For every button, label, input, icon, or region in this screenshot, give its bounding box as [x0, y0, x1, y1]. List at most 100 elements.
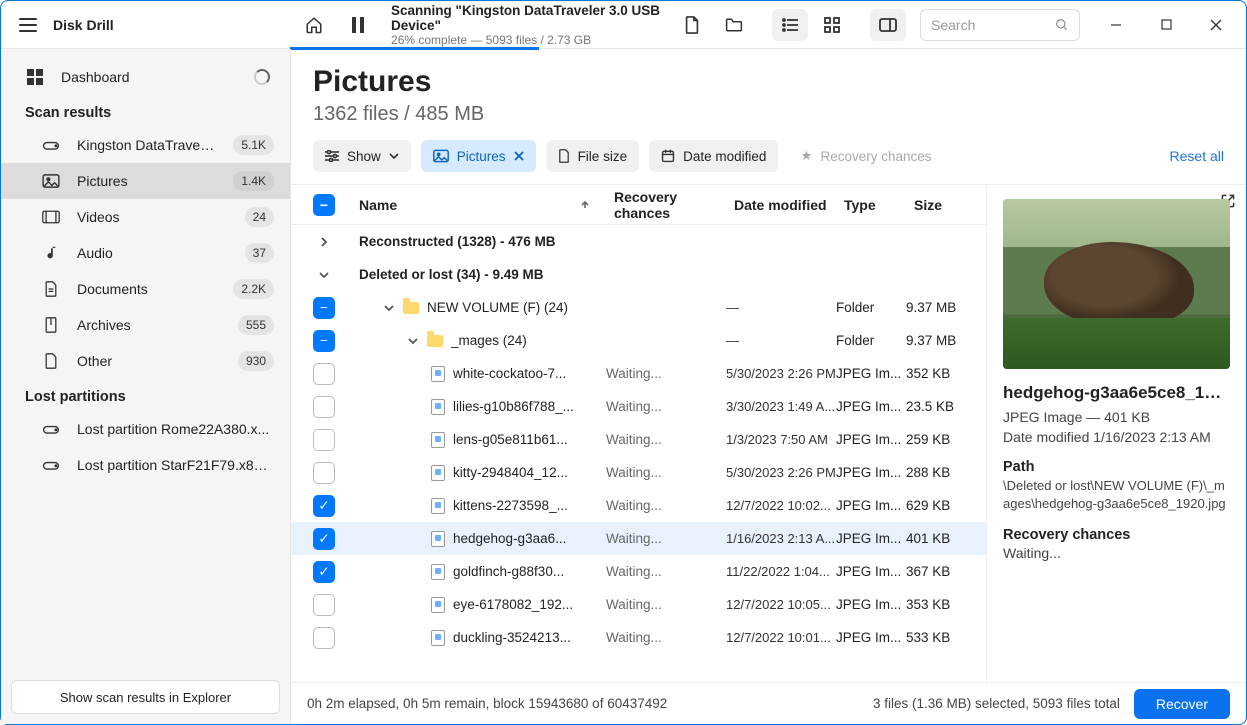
maximize-button[interactable] — [1144, 9, 1188, 41]
sidebar-item-documents[interactable]: Documents2.2K — [1, 271, 290, 307]
table-file-row[interactable]: ✓kittens-2273598_...Waiting...12/7/2022 … — [291, 489, 986, 522]
col-type[interactable]: Type — [836, 197, 906, 213]
row-date: — — [726, 333, 836, 348]
chevron-down-icon[interactable] — [407, 335, 419, 347]
row-size: 9.37 MB — [906, 333, 976, 348]
file-icon-button[interactable] — [674, 9, 710, 41]
row-checkbox[interactable] — [313, 429, 335, 451]
table-file-row[interactable]: eye-6178082_192...Waiting...12/7/2022 10… — [291, 588, 986, 621]
select-all-checkbox[interactable]: − — [313, 194, 335, 216]
col-recovery[interactable]: Recovery chances — [606, 189, 726, 221]
preview-type-size: JPEG Image — 401 KB — [1003, 409, 1230, 425]
table-group-row[interactable]: Reconstructed (1328) - 476 MB — [291, 225, 986, 258]
sidebar-item-badge: 37 — [245, 243, 274, 263]
menu-icon[interactable] — [19, 18, 37, 32]
sidebar-item-badge: 1.4K — [233, 171, 274, 191]
file-jpeg-icon — [431, 597, 445, 613]
reset-all-link[interactable]: Reset all — [1170, 148, 1224, 164]
sidebar-item-other[interactable]: Other930 — [1, 343, 290, 379]
filter-show[interactable]: Show — [313, 140, 411, 172]
row-recovery: Waiting... — [606, 366, 726, 381]
view-list-button[interactable] — [772, 9, 808, 41]
sidebar-item-label: Kingston DataTraveler 3.... — [77, 137, 217, 153]
status-selection: 3 files (1.36 MB) selected, 5093 files t… — [873, 696, 1120, 711]
filter-pictures-active[interactable]: Pictures — [421, 140, 536, 172]
sidebar-lost-partition[interactable]: Lost partition StarF21F79.x86_... — [1, 447, 290, 483]
row-name: kittens-2273598_... — [453, 498, 606, 513]
row-checkbox[interactable] — [313, 627, 335, 649]
sidebar-item-audio[interactable]: Audio37 — [1, 235, 290, 271]
row-type: JPEG Im... — [836, 498, 906, 513]
folder-icon-button[interactable] — [716, 9, 752, 41]
table-file-row[interactable]: kitty-2948404_12...Waiting...5/30/2023 2… — [291, 456, 986, 489]
col-name[interactable]: Name — [351, 197, 606, 213]
filter-date-modified[interactable]: Date modified — [649, 140, 778, 172]
table-group-row[interactable]: Deleted or lost (34) - 9.49 MB — [291, 258, 986, 291]
table-file-row[interactable]: lilies-g10b86f788_...Waiting...3/30/2023… — [291, 390, 986, 423]
table-file-row[interactable]: duckling-3524213...Waiting...12/7/2022 1… — [291, 621, 986, 654]
sidebar-item-badge: 555 — [238, 315, 274, 335]
close-button[interactable] — [1194, 9, 1238, 41]
sidebar-item-archives[interactable]: Archives 555 — [1, 307, 290, 343]
search-input[interactable]: Search — [920, 9, 1080, 41]
sidebar-lost-partition[interactable]: Lost partition Rome22A380.x... — [1, 411, 290, 447]
table-file-row[interactable]: ✓goldfinch-g88f30...Waiting...11/22/2022… — [291, 555, 986, 588]
table-folder-row[interactable]: −NEW VOLUME (F) (24)—Folder9.37 MB — [291, 291, 986, 324]
close-icon[interactable] — [514, 151, 524, 161]
chevron-down-icon[interactable] — [383, 302, 395, 314]
folder-icon — [403, 302, 419, 314]
row-name: eye-6178082_192... — [453, 597, 606, 612]
view-grid-button[interactable] — [814, 9, 850, 41]
doc-icon — [41, 281, 61, 297]
table-folder-row[interactable]: −_mages (24)—Folder9.37 MB — [291, 324, 986, 357]
row-checkbox[interactable]: − — [313, 330, 335, 352]
row-checkbox[interactable] — [313, 594, 335, 616]
row-checkbox[interactable]: ✓ — [313, 495, 335, 517]
row-checkbox[interactable]: ✓ — [313, 528, 335, 550]
row-date: 12/7/2022 10:01... — [726, 630, 836, 645]
file-jpeg-icon — [431, 432, 445, 448]
app-title: Disk Drill — [53, 17, 114, 33]
recover-button[interactable]: Recover — [1134, 689, 1230, 719]
scan-status-title: Scanning "Kingston DataTraveler 3.0 USB … — [391, 3, 660, 33]
home-button[interactable] — [299, 9, 329, 41]
minimize-button[interactable] — [1094, 9, 1138, 41]
col-date[interactable]: Date modified — [726, 197, 836, 213]
table-file-row[interactable]: ✓hedgehog-g3aa6...Waiting...1/16/2023 2:… — [291, 522, 986, 555]
pause-button[interactable] — [343, 9, 373, 41]
row-name: duckling-3524213... — [453, 630, 606, 645]
star-icon: ★ — [800, 148, 812, 164]
file-jpeg-icon — [431, 531, 445, 547]
scan-progress — [290, 47, 1247, 50]
calendar-icon — [661, 149, 675, 163]
col-size[interactable]: Size — [906, 197, 976, 213]
row-checkbox[interactable] — [313, 462, 335, 484]
row-type: JPEG Im... — [836, 432, 906, 447]
sidebar-item-label: Pictures — [77, 173, 217, 189]
main-panel: Pictures 1362 files / 485 MB Show Pictur… — [291, 49, 1246, 724]
filters-row: Show Pictures File size Date modified — [291, 136, 1246, 184]
table-file-row[interactable]: white-cockatoo-7...Waiting...5/30/2023 2… — [291, 357, 986, 390]
chevron-down-icon[interactable] — [313, 269, 335, 281]
row-name: lens-g05e811b61... — [453, 432, 606, 447]
sidebar-item-pictures[interactable]: Pictures 1.4K — [1, 163, 290, 199]
titlebar: Disk Drill Scanning "Kingston DataTravel… — [1, 1, 1246, 49]
row-checkbox[interactable]: ✓ — [313, 561, 335, 583]
chevron-right-icon[interactable] — [313, 236, 335, 248]
filter-recovery-chances[interactable]: ★ Recovery chances — [788, 140, 943, 172]
preview-path: \Deleted or lost\NEW VOLUME (F)\_mages\h… — [1003, 477, 1230, 513]
show-in-explorer-button[interactable]: Show scan results in Explorer — [11, 680, 280, 714]
sidebar-dashboard[interactable]: Dashboard — [1, 59, 290, 95]
table-file-row[interactable]: lens-g05e811b61...Waiting...1/3/2023 7:5… — [291, 423, 986, 456]
sidebar-item-videos[interactable]: Videos24 — [1, 199, 290, 235]
sidebar-item-label: Archives — [77, 317, 222, 333]
row-size: 9.37 MB — [906, 300, 976, 315]
row-date: 5/30/2023 2:26 PM — [726, 465, 836, 480]
row-checkbox[interactable]: − — [313, 297, 335, 319]
toggle-preview-button[interactable] — [870, 9, 906, 41]
row-checkbox[interactable] — [313, 363, 335, 385]
filter-file-size[interactable]: File size — [546, 140, 640, 172]
sidebar-item-kingston-datatraveler-3-[interactable]: Kingston DataTraveler 3....5.1K — [1, 127, 290, 163]
row-checkbox[interactable] — [313, 396, 335, 418]
preview-panel: hedgehog-g3aa6e5ce8_192... JPEG Image — … — [986, 185, 1246, 682]
